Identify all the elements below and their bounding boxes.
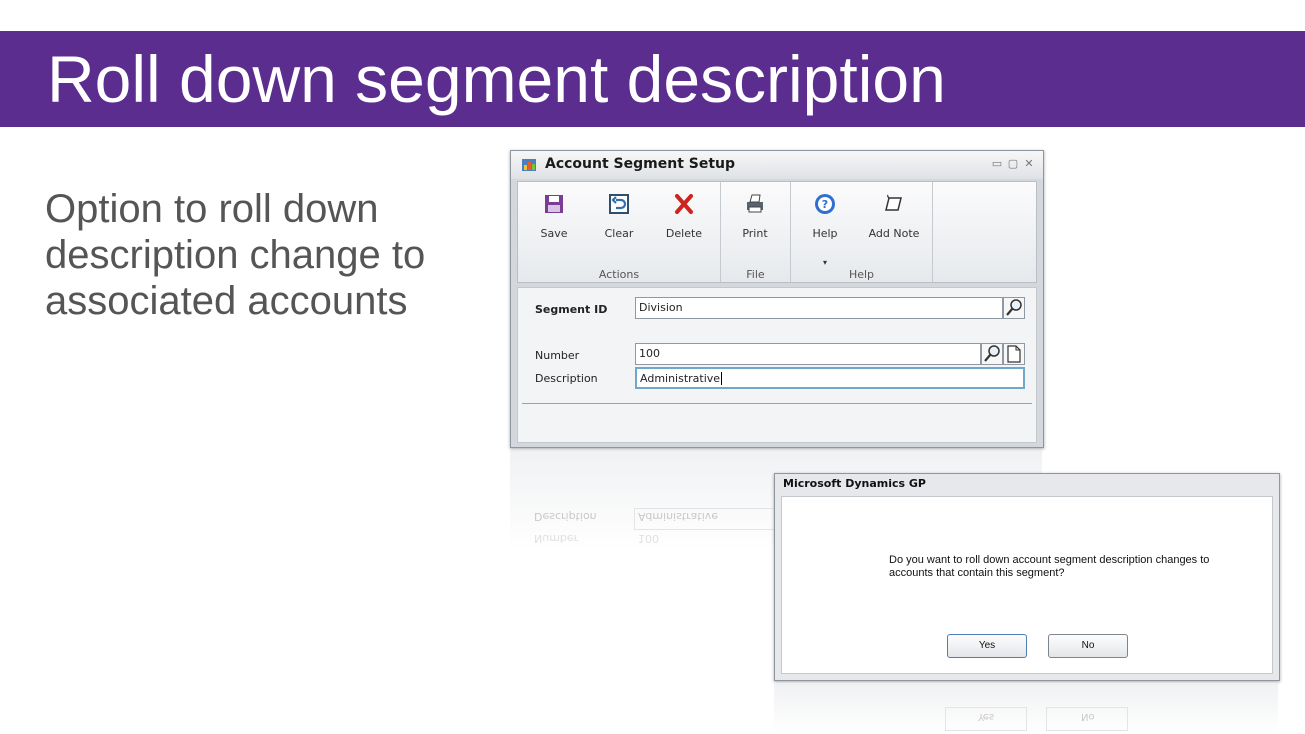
- clear-icon: [609, 194, 629, 214]
- ribbon-group-label-actions: Actions: [598, 268, 640, 281]
- window-titlebar: Account Segment Setup ▭ ▢ ✕: [511, 151, 1043, 179]
- ribbon-toolbar: Save Clear Delete Actions Print File ? H…: [517, 181, 1037, 283]
- text-cursor: [721, 372, 723, 385]
- print-icon: [747, 194, 763, 213]
- form-divider: [522, 403, 1032, 404]
- segment-id-lookup-icon[interactable]: [1003, 297, 1025, 319]
- number-input[interactable]: 100: [635, 343, 981, 365]
- note-icon: [885, 194, 902, 211]
- description-label: Description: [535, 372, 598, 385]
- description-input[interactable]: Administrative: [635, 367, 1025, 389]
- window-app-icon: [522, 159, 536, 171]
- title-banner: Roll down segment description: [0, 31, 1305, 127]
- reflection-number-value: 100: [638, 532, 659, 545]
- roll-down-confirm-dialog: Microsoft Dynamics GP Do you want to rol…: [774, 473, 1280, 681]
- reflection-number-label: Number: [534, 532, 579, 545]
- ribbon-group-actions: Save Clear Delete Actions: [518, 182, 721, 282]
- ribbon-group-file: Print File: [721, 182, 791, 282]
- slide-body-text: Option to roll down description change t…: [45, 187, 426, 323]
- window-title: Account Segment Setup: [545, 156, 736, 172]
- clear-button[interactable]: Clear: [591, 188, 647, 240]
- reflection-description-value: Administrative: [638, 510, 719, 523]
- no-button[interactable]: No: [1048, 634, 1128, 658]
- minimize-button[interactable]: ▭: [991, 158, 1003, 170]
- dialog-message: Do you want to roll down account segment…: [889, 554, 1210, 579]
- reflection-no-label: No: [1081, 711, 1095, 722]
- number-label: Number: [535, 349, 580, 362]
- help-icon: ?: [815, 194, 835, 214]
- dialog-reflection: Yes No: [774, 684, 1278, 734]
- maximize-button[interactable]: ▢: [1007, 158, 1019, 170]
- save-icon: [545, 195, 563, 213]
- delete-icon: [675, 194, 693, 214]
- slide-title: Roll down segment description: [47, 42, 946, 116]
- help-dropdown-arrow[interactable]: ▾: [797, 258, 853, 267]
- segment-id-input[interactable]: Division: [635, 297, 1003, 319]
- dialog-title: Microsoft Dynamics GP: [783, 477, 926, 490]
- ribbon-group-help: ? Help ▾ Add Note Help: [791, 182, 933, 282]
- svg-text:?: ?: [822, 198, 828, 211]
- note-page-icon[interactable]: [1003, 343, 1025, 365]
- segment-form: Segment ID Division Number 100 Descripti…: [517, 287, 1037, 443]
- print-button[interactable]: Print: [727, 188, 783, 240]
- close-button[interactable]: ✕: [1023, 158, 1035, 170]
- help-button[interactable]: ? Help ▾: [797, 188, 853, 267]
- account-segment-setup-window: Account Segment Setup ▭ ▢ ✕ Save Clear D…: [510, 150, 1044, 448]
- dialog-body: Do you want to roll down account segment…: [781, 496, 1273, 674]
- delete-button[interactable]: Delete: [656, 188, 712, 240]
- ribbon-group-label-help: Help: [848, 268, 875, 281]
- number-lookup-icon[interactable]: [981, 343, 1003, 365]
- yes-button[interactable]: Yes: [947, 634, 1027, 658]
- add-note-button[interactable]: Add Note: [861, 188, 927, 240]
- ribbon-group-label-file: File: [746, 268, 765, 281]
- reflection-yes-label: Yes: [978, 711, 995, 722]
- reflection-description-label: Description: [534, 510, 597, 523]
- segment-id-label: Segment ID: [535, 303, 608, 316]
- save-button[interactable]: Save: [526, 188, 582, 240]
- description-input-value: Administrative: [640, 372, 721, 385]
